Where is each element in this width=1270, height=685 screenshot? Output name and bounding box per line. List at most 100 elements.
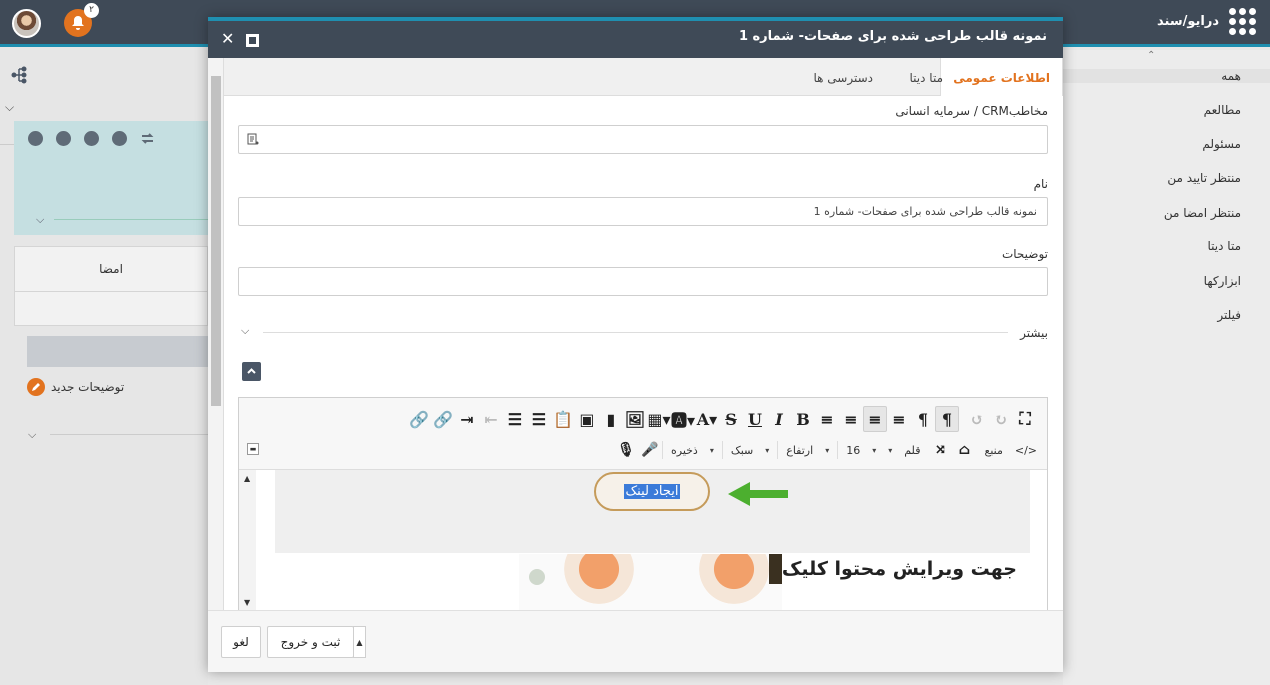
tab-general-info[interactable]: اطلاعات عمومی	[940, 58, 1063, 96]
chevron-down-icon[interactable]: ⌵	[241, 324, 249, 338]
app-brand[interactable]: درایو/سند	[1157, 8, 1256, 35]
editor-content[interactable]: ▲ ▼ ایجاد لینک جهت ویرایش محتوا کلیک	[239, 470, 1047, 611]
contact-input[interactable]	[239, 126, 1047, 153]
align-left-icon[interactable]: ≡	[887, 406, 911, 432]
font-dropdown[interactable]: قلم	[896, 441, 928, 459]
ltr-direction-icon[interactable]: ¶	[911, 406, 935, 432]
chevron-down-icon[interactable]: ⌵	[5, 100, 14, 115]
dialog-tabs: اطلاعات عمومی متا دیتا دسترسی ها	[224, 58, 1063, 96]
tab-access[interactable]: دسترسی ها	[814, 58, 874, 96]
dialog-header: نمونه قالب طراحی شده برای صفحات- شماره 1…	[208, 17, 1063, 58]
video-icon[interactable]: ▣	[575, 406, 599, 432]
undo-icon[interactable]: ↺	[965, 406, 989, 432]
filter-item-awaiting-signature[interactable]: منتظر امضا من	[1164, 206, 1241, 220]
outdent-icon[interactable]: ⇤	[479, 406, 503, 432]
filter-item-all[interactable]: همه	[1063, 69, 1270, 83]
insert-link-icon[interactable]: 🔗	[431, 406, 455, 432]
divider	[54, 219, 208, 220]
create-link-text[interactable]: ایجاد لینک	[623, 484, 681, 499]
align-right-icon[interactable]: ≡	[839, 406, 863, 432]
indent-icon[interactable]: ⇥	[455, 406, 479, 432]
size-value: 16	[846, 443, 861, 457]
dialog-scrollbar[interactable]	[208, 58, 224, 610]
shuffle-icon[interactable]: ⤨	[928, 437, 952, 463]
table-icon[interactable]: ▦▾	[647, 406, 671, 432]
height-dropdown[interactable]: ارتفاع ▾	[777, 441, 837, 459]
size-dropdown[interactable]: 16 ▾	[837, 441, 884, 459]
dialog-title: نمونه قالب طراحی شده برای صفحات- شماره 1	[738, 29, 1047, 44]
style-dropdown[interactable]: سبک ▾	[721, 441, 777, 459]
bell-icon	[72, 16, 84, 30]
ordered-list-icon[interactable]: ☰	[527, 406, 551, 432]
description-field[interactable]	[238, 267, 1048, 296]
link-icon[interactable]	[84, 131, 99, 146]
cancel-button[interactable]: لغو	[221, 626, 261, 658]
chevron-down-icon[interactable]: ⌵	[36, 213, 44, 227]
filter-item-widgets[interactable]: ابزارکها	[1204, 274, 1241, 288]
microphone-icon[interactable]: 🎤	[638, 437, 662, 463]
fullscreen-icon[interactable]: ⛶	[1013, 406, 1037, 432]
tab-metadata[interactable]: متا دیتا	[910, 58, 943, 96]
bold-icon[interactable]: B	[791, 406, 815, 432]
file-icon[interactable]: ▮	[599, 406, 623, 432]
save-exit-button[interactable]: ثبت و خروج	[267, 626, 354, 658]
copy-icon[interactable]	[56, 131, 71, 146]
more-label[interactable]: بیشتر	[1020, 326, 1048, 340]
description-input[interactable]	[239, 268, 1047, 295]
filter-item-filter[interactable]: فیلتر	[1217, 308, 1241, 322]
editor-toolbar: ⛶ ↻ ↺ ¶ ¶ ≡ ≡ ≡ ≡ B I U S A▾ 🅰▾ ▦▾ 🖼 ▮ ▣…	[239, 398, 1047, 470]
maximize-icon[interactable]	[246, 34, 259, 47]
save-dropdown[interactable]: ذخیره ▾	[661, 441, 722, 459]
collapse-editor-button[interactable]	[242, 362, 261, 381]
clear-format-icon[interactable]: ⌂	[952, 437, 976, 463]
style-label: سبک	[730, 443, 754, 457]
strikethrough-icon[interactable]: S	[719, 406, 743, 432]
filter-item-awaiting-approval[interactable]: منتظر تایید من	[1167, 171, 1241, 185]
editor-scrollbar[interactable]: ▲ ▼	[239, 470, 256, 611]
open-external-icon[interactable]	[28, 131, 43, 146]
lookup-icon[interactable]	[247, 133, 260, 146]
font-color-icon[interactable]: A▾	[695, 406, 719, 432]
voice-settings-icon[interactable]: 🎙	[614, 437, 638, 463]
refresh-icon[interactable]	[140, 131, 155, 146]
close-icon[interactable]: ✕	[221, 31, 234, 47]
height-label: ارتفاع	[786, 443, 814, 457]
editor-headline: جهت ویرایش محتوا کلیک	[781, 558, 1017, 580]
chevron-down-icon[interactable]: ⌵	[28, 428, 36, 442]
highlight-color-icon[interactable]: 🅰▾	[671, 406, 695, 432]
contact-field[interactable]	[238, 125, 1048, 154]
filter-item-read[interactable]: مطالعم	[1204, 103, 1241, 117]
download-icon[interactable]	[112, 131, 127, 146]
caret-up-icon[interactable]: ⌃	[1147, 50, 1155, 61]
align-center-icon[interactable]: ≡	[863, 406, 887, 432]
caret-up-icon[interactable]: ▲	[353, 626, 366, 658]
unordered-list-icon[interactable]: ☰	[503, 406, 527, 432]
scrollbar-thumb[interactable]	[211, 76, 221, 406]
paste-icon[interactable]: 📋	[551, 406, 575, 432]
chevron-down-icon[interactable]: ▾	[884, 441, 896, 459]
new-note-button[interactable]: توضیحات جدید	[27, 378, 124, 396]
notes-header	[27, 336, 208, 367]
filter-item-responsible[interactable]: مسئولم	[1202, 137, 1241, 151]
underline-icon[interactable]: U	[743, 406, 767, 432]
toolbar-toggle-icon[interactable]: ▬	[247, 443, 259, 455]
image-icon[interactable]: 🖼	[623, 406, 647, 432]
scroll-up-icon[interactable]: ▲	[244, 474, 250, 483]
name-field[interactable]	[238, 197, 1048, 226]
tree-structure-icon[interactable]	[10, 66, 28, 84]
unlink-icon[interactable]: 🔗	[407, 406, 431, 432]
left-pane: ⌵ ⌵ امضا توضیحات جدید ⌵	[0, 50, 208, 685]
filter-item-metadata[interactable]: متا دیتا	[1208, 239, 1241, 253]
source-button[interactable]: منبع </>	[976, 441, 1037, 459]
redo-icon[interactable]: ↻	[989, 406, 1013, 432]
align-justify-icon[interactable]: ≡	[815, 406, 839, 432]
apps-grid-icon[interactable]	[1229, 8, 1256, 35]
contact-label: مخاطبCRM / سرمایه انسانی	[895, 104, 1048, 118]
name-input[interactable]	[239, 198, 1047, 225]
description-label: توضیحات	[1001, 247, 1048, 261]
italic-icon[interactable]: I	[767, 406, 791, 432]
scroll-down-icon[interactable]: ▼	[244, 598, 250, 607]
user-avatar[interactable]	[12, 9, 41, 38]
rtl-direction-icon[interactable]: ¶	[935, 406, 959, 432]
create-link-button[interactable]: ایجاد لینک	[594, 472, 710, 511]
